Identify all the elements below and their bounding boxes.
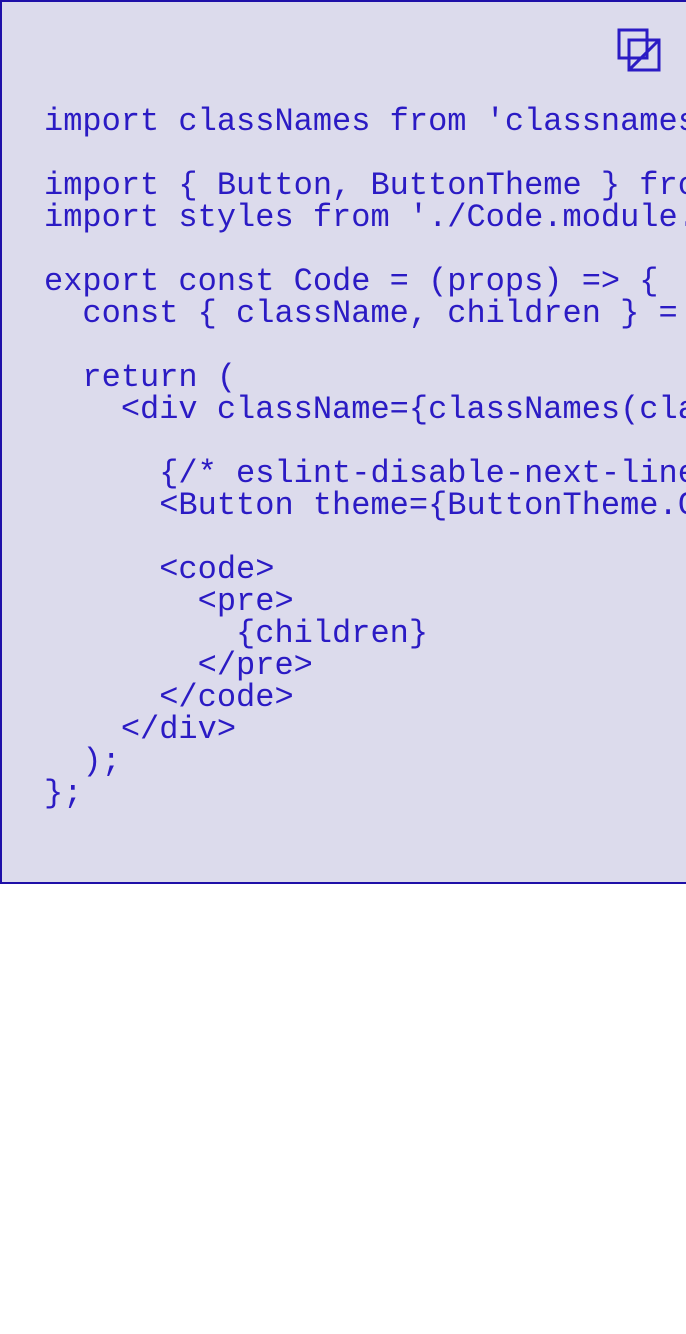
code-line: const { className, children } = bbox=[44, 295, 686, 332]
code-line: {children} bbox=[44, 615, 429, 652]
code-line: {/* eslint-disable-next-line bbox=[44, 455, 686, 492]
code-line: import styles from './Code.module. bbox=[44, 199, 686, 236]
copy-button[interactable] bbox=[616, 27, 664, 75]
code-line: import { Button, ButtonTheme } from bbox=[44, 167, 686, 204]
code-line: <code> bbox=[44, 551, 275, 588]
code-line: ); bbox=[44, 743, 121, 780]
code-line: export const Code = (props) => { bbox=[44, 263, 659, 300]
code-line: import classNames from 'classnames'; bbox=[44, 103, 686, 140]
code-content: import classNames from 'classnames'; impo… bbox=[44, 106, 686, 810]
code-line: </pre> bbox=[44, 647, 313, 684]
code-line: </div> bbox=[44, 711, 237, 748]
code-line: </code> bbox=[44, 679, 294, 716]
code-line: return ( bbox=[44, 359, 237, 396]
copy-icon bbox=[616, 27, 664, 75]
code-line: }; bbox=[44, 775, 83, 812]
code-line: <div className={classNames(cla bbox=[44, 391, 686, 428]
code-block: import classNames from 'classnames'; impo… bbox=[0, 0, 686, 884]
code-line: <Button theme={ButtonTheme.C bbox=[44, 487, 686, 524]
code-line: <pre> bbox=[44, 583, 294, 620]
